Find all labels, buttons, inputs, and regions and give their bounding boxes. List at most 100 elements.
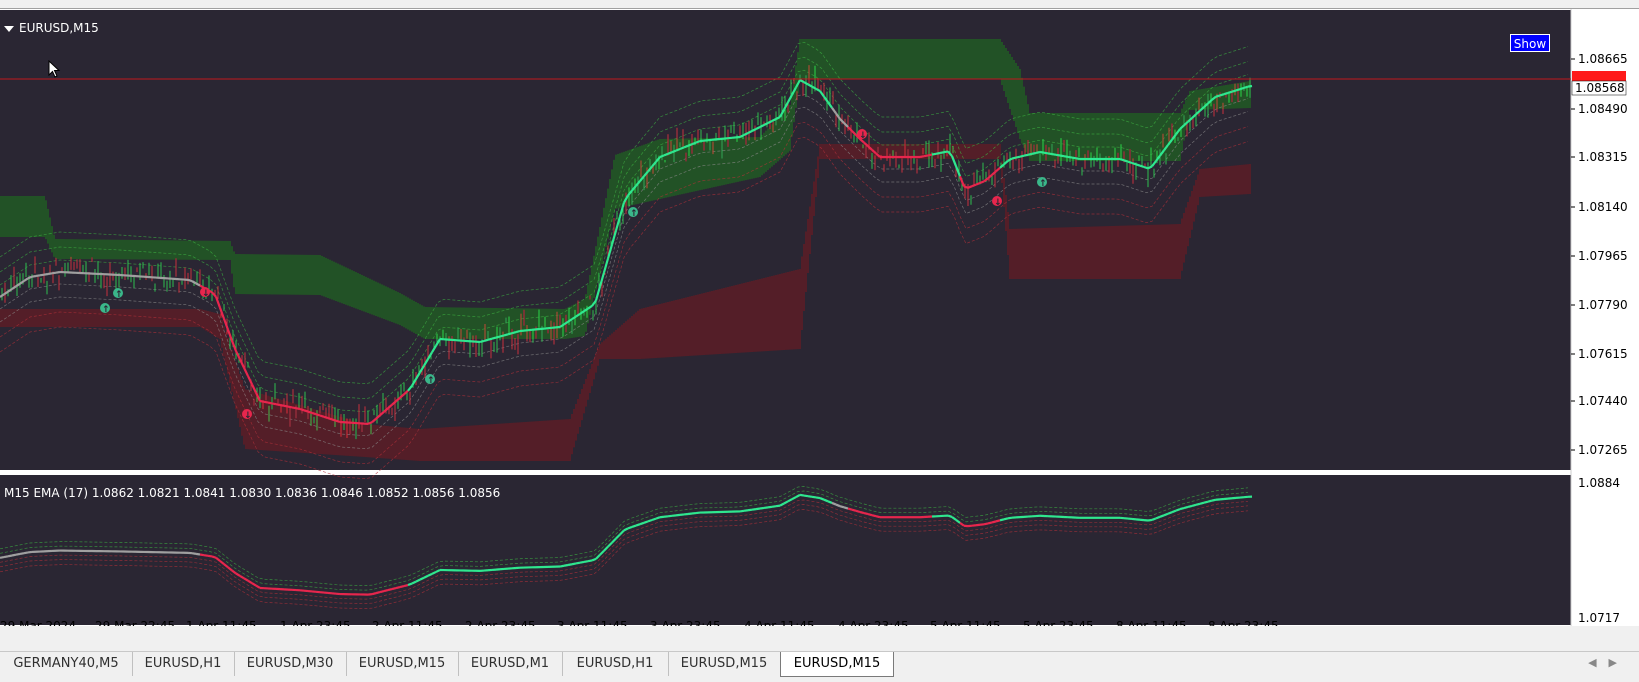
sub-ema-line-segment [396, 587, 400, 588]
sub-ema-line-segment [776, 506, 780, 507]
ema-line-segment [288, 407, 292, 408]
tab-eurusd-m15-7[interactable]: EURUSD,M15 [780, 652, 894, 677]
price-tick-label: 1.08140 [1578, 200, 1628, 214]
ema-line-segment [296, 408, 300, 409]
ema-line-segment [672, 151, 676, 153]
sub-ema-line-segment [1188, 506, 1192, 507]
ema-line-segment [1020, 156, 1024, 157]
sub-ema-line-segment [1212, 500, 1216, 501]
ema-line-segment [940, 152, 944, 153]
sub-ema-line-segment [644, 521, 648, 522]
ema-line-segment [32, 276, 36, 277]
sub-ema-line-segment [372, 593, 376, 594]
ema-line-segment [696, 141, 700, 143]
sub-ema-line-segment [12, 555, 16, 556]
ema-line-segment [1016, 157, 1020, 158]
time-tick-label: 1 Apr 11:45 [186, 619, 257, 626]
ema-line-segment [1024, 155, 1028, 156]
signal-arrow-icon: ↑ [115, 290, 123, 300]
symbol-title[interactable]: EURUSD,M15 [4, 21, 99, 35]
ema-line-segment [1132, 163, 1136, 164]
ema-line-segment [308, 412, 312, 413]
sub-ema-line-segment [1196, 504, 1200, 505]
tab-eurusd-h1-5[interactable]: EURUSD,H1 [562, 652, 669, 676]
sub-ema-line-segment [828, 501, 832, 503]
ema-line-segment [508, 333, 512, 334]
ema-line-segment [936, 153, 940, 154]
sub-ema-line-segment [840, 506, 844, 507]
collapse-triangle-icon[interactable] [4, 26, 14, 32]
sub-ema-line-segment [748, 510, 752, 511]
tab-eurusd-m15-3[interactable]: EURUSD,M15 [346, 652, 459, 676]
sub-ema-line-segment [832, 503, 836, 505]
tab-eurusd-m1-4[interactable]: EURUSD,M1 [458, 652, 563, 676]
sub-ema-line-segment [576, 563, 580, 564]
sub-ema-line-segment [8, 556, 12, 557]
sub-ema-line-segment [4, 556, 8, 557]
time-tick-label: 3 Apr 23:45 [650, 619, 721, 626]
sub-ema-line-segment [824, 500, 828, 502]
sub-ema-line-segment [392, 588, 396, 589]
sub-ema-line-segment [1200, 503, 1204, 504]
sub-ema-line-segment [1156, 517, 1160, 519]
tab-eurusd-h1-1[interactable]: EURUSD,H1 [132, 652, 235, 676]
ema-line-segment [496, 337, 500, 338]
sub-ema-line-segment [996, 520, 1000, 521]
sub-ema-line-segment [568, 564, 572, 565]
sub-ema-line-segment [192, 553, 196, 554]
ema-line-segment [928, 155, 932, 156]
ema-line-segment [1224, 93, 1228, 94]
ema-line-segment [684, 146, 688, 148]
ema-line-segment [488, 339, 492, 340]
chart-window[interactable]: 1.086651.084901.083151.081401.079651.077… [0, 9, 1639, 626]
time-tick-label: 4 Apr 11:45 [744, 619, 815, 626]
price-tick-label: 1.07440 [1578, 394, 1628, 408]
ema-line-segment [1228, 92, 1232, 93]
ema-line-segment [320, 416, 324, 417]
ema-line-segment [1220, 94, 1224, 95]
ema-line-segment [1032, 153, 1036, 154]
chart-canvas[interactable]: 1.086651.084901.083151.081401.079651.077… [0, 9, 1639, 626]
ema-line-segment [260, 401, 264, 402]
tab-eurusd-m15-6[interactable]: EURUSD,M15 [668, 652, 781, 676]
sub-ema-line-segment [1176, 509, 1180, 511]
ema-line-segment [484, 340, 488, 341]
indicator-title: M15 EMA (17) 1.0862 1.0821 1.0841 1.0830… [4, 486, 500, 500]
sub-ema-line-segment [1160, 515, 1164, 517]
tab-eurusd-m30-2[interactable]: EURUSD,M30 [234, 652, 347, 676]
tab-scroll-arrows-icon[interactable]: ◀▶ [1588, 656, 1629, 669]
ema-line-segment [52, 273, 56, 274]
sub-ema-line-segment [804, 496, 808, 497]
ema-line-segment [1072, 158, 1076, 159]
sub-ema-line-segment [652, 519, 656, 520]
ema-line-segment [500, 335, 504, 336]
time-tick-label: 29 Mar 2024 [0, 619, 76, 626]
sub-ema-line-segment [564, 565, 568, 566]
sub-ema-line-segment [1184, 507, 1188, 508]
sub-ema-line-segment [948, 516, 952, 517]
ema-line-segment [1064, 156, 1068, 157]
time-tick-label: 5 Apr 23:45 [1023, 619, 1094, 626]
signal-arrow-icon: ↑ [630, 209, 638, 219]
ema-line-segment [1028, 154, 1032, 155]
sub-ema-line-segment [640, 523, 644, 524]
show-button[interactable]: Show [1510, 34, 1550, 52]
ema-line-segment [276, 404, 280, 405]
sub-tick-label: 1.0717 [1578, 611, 1620, 625]
ema-line-segment [932, 154, 936, 155]
tab-germany40-m5-0[interactable]: GERMANY40,M5 [0, 652, 133, 676]
sub-ema-line-segment [1180, 508, 1184, 509]
sub-ema-line-segment [1172, 511, 1176, 513]
ema-line-segment [516, 331, 520, 332]
ema-line-segment [668, 152, 672, 154]
sub-ema-line-segment [1208, 501, 1212, 502]
current-price-label: 1.08568 [1575, 81, 1625, 95]
sub-ema-line-segment [820, 498, 824, 500]
ema-line-segment [36, 275, 40, 276]
ema-line-segment [1124, 160, 1128, 161]
ema-line-segment [924, 155, 928, 156]
sub-ema-line-segment [836, 505, 840, 507]
time-tick-label: 29 Mar 22:45 [95, 619, 175, 626]
sub-ema-line-segment [772, 506, 776, 507]
signal-arrow-icon: ↓ [994, 198, 1002, 208]
